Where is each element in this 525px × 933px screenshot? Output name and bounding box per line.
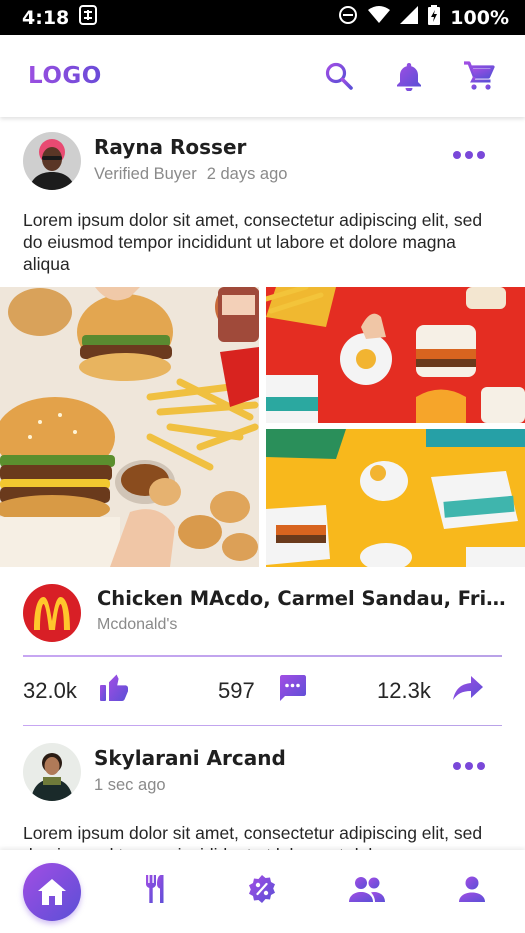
- wifi-icon: [368, 6, 391, 29]
- battery-icon: [428, 5, 441, 30]
- burger-photo[interactable]: [0, 287, 259, 567]
- product-title[interactable]: Chicken MAcdo, Carmel Sandau, Fri...: [97, 587, 507, 610]
- verified-badge: Verified Buyer: [94, 165, 197, 183]
- bell-icon[interactable]: [391, 58, 427, 94]
- dnd-icon: [338, 5, 358, 30]
- post-header: Rayna Rosser Verified Buyer 2 days ago: [0, 117, 525, 207]
- author-name[interactable]: Skylarani Arcand: [94, 746, 286, 770]
- avatar[interactable]: [23, 132, 81, 190]
- post-caption: Lorem ipsum dolor sit amet, consectetur …: [23, 210, 483, 274]
- post-time: 2 days ago: [206, 165, 288, 183]
- post-meta: Verified Buyer 2 days ago: [94, 165, 287, 184]
- share-count: 12.3k: [377, 677, 431, 703]
- packaging-yellow-photo[interactable]: [266, 429, 525, 567]
- share-stat[interactable]: 12.3k: [377, 657, 483, 725]
- thumbs-up-icon[interactable]: [99, 674, 129, 708]
- mcdonalds-logo: [23, 584, 81, 642]
- more-options-icon[interactable]: [453, 151, 485, 159]
- nav-home[interactable]: [17, 850, 87, 933]
- like-count: 32.0k: [23, 677, 77, 703]
- post-gallery: [0, 287, 525, 567]
- product-brand: Mcdonald's: [97, 616, 178, 633]
- signal-icon: [400, 6, 419, 29]
- packaging-red-photo[interactable]: [266, 287, 525, 423]
- restaurant-icon[interactable]: [144, 874, 170, 909]
- post-header: Skylarani Arcand 1 sec ago: [0, 726, 525, 816]
- nav-community[interactable]: [332, 850, 402, 933]
- people-icon[interactable]: [349, 876, 385, 907]
- post-stats: 32.0k 597 12.3k: [0, 657, 525, 725]
- post-time: 1 sec ago: [94, 776, 166, 794]
- post-caption: Lorem ipsum dolor sit amet, consectetur …: [23, 823, 483, 850]
- like-stat[interactable]: 32.0k: [23, 657, 129, 725]
- nav-offers[interactable]: [227, 850, 297, 933]
- more-options-icon[interactable]: [453, 762, 485, 770]
- status-bar: 4:18 100%: [0, 0, 525, 35]
- avatar[interactable]: [23, 743, 81, 801]
- post-meta: 1 sec ago: [94, 776, 166, 795]
- nav-profile[interactable]: [437, 850, 507, 933]
- comment-icon[interactable]: [277, 674, 307, 708]
- search-icon[interactable]: [321, 58, 357, 94]
- bottom-nav: [0, 850, 525, 933]
- sync-icon: [79, 5, 98, 30]
- nav-restaurants[interactable]: [122, 850, 192, 933]
- status-time: 4:18: [22, 6, 70, 29]
- battery-level: 100%: [450, 6, 509, 29]
- home-icon[interactable]: [23, 862, 81, 921]
- product-row[interactable]: Chicken MAcdo, Carmel Sandau, Fri... Mcd…: [0, 567, 525, 655]
- feed: Rayna Rosser Verified Buyer 2 days ago Lo…: [0, 117, 525, 850]
- profile-icon[interactable]: [459, 876, 485, 907]
- comment-count: 597: [218, 677, 255, 703]
- share-arrow-icon[interactable]: [452, 675, 483, 706]
- comment-stat[interactable]: 597: [218, 657, 307, 725]
- author-name[interactable]: Rayna Rosser: [94, 135, 246, 159]
- app-logo[interactable]: LOGO: [28, 63, 102, 89]
- discount-icon[interactable]: [247, 874, 277, 909]
- app-bar: LOGO: [0, 35, 525, 117]
- cart-icon[interactable]: [461, 58, 497, 94]
